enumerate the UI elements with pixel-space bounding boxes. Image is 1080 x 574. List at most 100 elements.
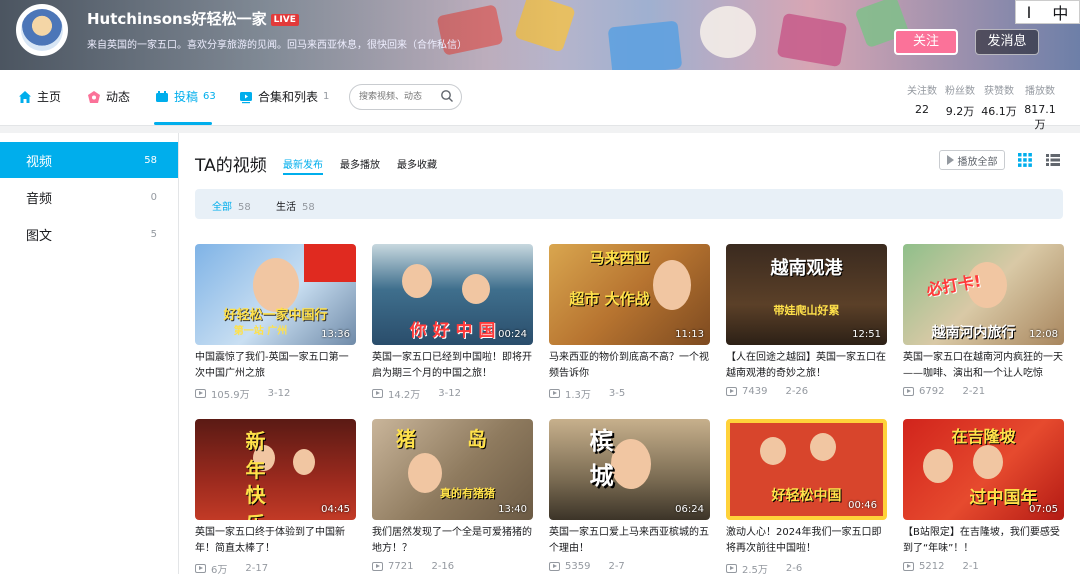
- avatar[interactable]: [16, 4, 68, 56]
- username[interactable]: Hutchinsons好轻松一家 LIVE: [87, 8, 299, 29]
- play-count-icon: [549, 389, 560, 398]
- stat-plays: 播放数 817.1万: [1024, 86, 1056, 131]
- video-duration: 12:08: [1029, 329, 1058, 340]
- play-count-icon: [195, 389, 206, 398]
- video-thumbnail[interactable]: 在吉隆坡 过中国年 07:05: [903, 419, 1064, 520]
- play-count-icon: [372, 562, 383, 571]
- page-title: TA的视频: [195, 156, 267, 176]
- video-thumbnail[interactable]: 新 年 快 乐 04:45: [195, 419, 356, 520]
- video-meta: 5359 2-7: [549, 561, 710, 572]
- ime-cursor-icon: I: [1026, 2, 1032, 22]
- video-card[interactable]: 越南观港 带娃爬山好累 12:51 【人在回途之越囧】英国一家五口在越南观港的奇…: [726, 244, 887, 397]
- video-title[interactable]: 中国震惊了我们-英国一家五口第一次中国广州之旅: [195, 350, 356, 382]
- video-thumbnail[interactable]: 越南观港 带娃爬山好累 12:51: [726, 244, 887, 345]
- video-thumbnail[interactable]: 必打卡! 越南河内旅行 12:08: [903, 244, 1064, 345]
- ime-indicator: I 中: [1015, 0, 1080, 24]
- grid-view-icon[interactable]: [1018, 153, 1032, 167]
- video-meta: 105.9万 3-12: [195, 386, 356, 401]
- nav-collections[interactable]: 合集和列表 1: [239, 88, 329, 105]
- nav-home[interactable]: 主页: [18, 88, 61, 105]
- video-duration: 00:46: [848, 500, 877, 511]
- video-title[interactable]: 【B站限定】在吉隆坡，我们要感受到了“年味”！！: [903, 525, 1064, 557]
- list-view-icon[interactable]: [1046, 153, 1060, 167]
- stat-likes: 获赞数 46.1万: [981, 86, 1017, 118]
- stat-followers[interactable]: 粉丝数 9.2万: [941, 82, 979, 132]
- content-sidebar: 视频 58 音频 0 图文 5: [0, 133, 178, 574]
- video-title[interactable]: 激动人心！2024年我们一家五口即将再次前往中国啦！: [726, 525, 887, 557]
- video-meta: 6万 2-17: [195, 561, 356, 574]
- video-duration: 12:51: [852, 329, 881, 340]
- video-thumbnail[interactable]: 好轻松一家中国行 第一站 广州 13:36: [195, 244, 356, 345]
- user-signature: 来自英国的一家五口。喜欢分享旅游的见闻。回马来西亚休息，很快回来（合作私信）: [87, 40, 467, 51]
- video-card[interactable]: 新 年 快 乐 04:45 英国一家五口终于体验到了中国新年！简直太棒了！ 6万…: [195, 419, 356, 574]
- video-duration: 06:24: [675, 504, 704, 515]
- search-box[interactable]: [349, 84, 462, 110]
- video-duration: 04:45: [321, 504, 350, 515]
- nav-dynamic[interactable]: 动态: [87, 88, 130, 105]
- video-card[interactable]: 在吉隆坡 过中国年 07:05 【B站限定】在吉隆坡，我们要感受到了“年味”！！…: [903, 419, 1064, 572]
- video-thumbnail[interactable]: 好轻松中国 00:46: [726, 419, 887, 520]
- video-meta: 5212 2-1: [903, 561, 1064, 572]
- filter-life[interactable]: 生活 58: [276, 198, 315, 213]
- video-panel: TA的视频 最新发布 最多播放 最多收藏 播放全部 全部 58 生活 58 好轻松一…: [178, 133, 1080, 574]
- play-count-icon: [372, 389, 383, 398]
- video-thumbnail[interactable]: 猪 岛 真的有猪猪 13:40: [372, 419, 533, 520]
- video-duration: 13:36: [321, 329, 350, 340]
- video-title[interactable]: 马来西亚的物价到底高不高？一个视频告诉你: [549, 350, 710, 382]
- video-thumbnail[interactable]: 槟 城 06:24: [549, 419, 710, 520]
- video-card[interactable]: 好轻松中国 00:46 激动人心！2024年我们一家五口即将再次前往中国啦！ 2…: [726, 419, 887, 574]
- video-meta: 2.5万 2-6: [726, 561, 887, 574]
- play-count-icon: [726, 387, 737, 396]
- nav-uploads[interactable]: 投稿 63: [155, 88, 216, 105]
- ime-language: 中: [1052, 4, 1069, 23]
- video-title[interactable]: 英国一家五口已经到中国啦！即将开启为期三个月的中国之旅！: [372, 350, 533, 382]
- video-duration: 13:40: [498, 504, 527, 515]
- play-count-icon: [195, 564, 206, 573]
- search-input[interactable]: [359, 89, 439, 105]
- home-icon: [19, 90, 31, 103]
- video-title[interactable]: 英国一家五口爱上马来西亚槟城的五个理由！: [549, 525, 710, 557]
- collection-icon: [240, 91, 252, 103]
- video-card[interactable]: 必打卡! 越南河内旅行 12:08 英国一家五口在越南河内疯狂的一天——咖啡、演…: [903, 244, 1064, 397]
- video-title[interactable]: 我们居然发现了一个全是可爱猪猪的地方！？: [372, 525, 533, 557]
- sort-most-played[interactable]: 最多播放: [340, 156, 380, 171]
- video-title[interactable]: 英国一家五口终于体验到了中国新年！简直太棒了！: [195, 525, 356, 557]
- video-duration: 11:13: [675, 329, 704, 340]
- video-meta: 14.2万 3-12: [372, 386, 533, 401]
- banner-decoration: [776, 12, 848, 68]
- play-all-button[interactable]: 播放全部: [939, 150, 1005, 170]
- video-card[interactable]: 猪 岛 真的有猪猪 13:40 我们居然发现了一个全是可爱猪猪的地方！？ 772…: [372, 419, 533, 572]
- message-button[interactable]: 发消息: [975, 29, 1039, 55]
- sort-latest[interactable]: 最新发布: [283, 156, 323, 171]
- video-thumbnail[interactable]: 马来西亚 超市 大作战 11:13: [549, 244, 710, 345]
- dynamic-icon: [88, 90, 100, 103]
- video-meta: 7721 2-16: [372, 561, 533, 572]
- video-title[interactable]: 【人在回途之越囧】英国一家五口在越南观港的奇妙之旅！: [726, 350, 887, 382]
- search-icon[interactable]: [440, 89, 454, 103]
- banner-decoration: [700, 6, 756, 58]
- video-duration: 00:24: [498, 329, 527, 340]
- sidebar-item-article[interactable]: 图文 5: [0, 216, 178, 252]
- sort-active-indicator: [283, 173, 323, 175]
- video-meta: 6792 2-21: [903, 386, 1064, 397]
- video-thumbnail[interactable]: 你 好 中 国 00:24: [372, 244, 533, 345]
- video-card[interactable]: 马来西亚 超市 大作战 11:13 马来西亚的物价到底高不高？一个视频告诉你 1…: [549, 244, 710, 401]
- stat-following[interactable]: 关注数 22: [903, 82, 941, 132]
- sort-most-favorited[interactable]: 最多收藏: [397, 156, 437, 171]
- video-meta: 1.3万 3-5: [549, 386, 710, 401]
- play-count-icon: [549, 562, 560, 571]
- play-icon: [946, 155, 954, 165]
- filter-all[interactable]: 全部 58: [212, 198, 251, 213]
- video-card[interactable]: 槟 城 06:24 英国一家五口爱上马来西亚槟城的五个理由！ 5359 2-7: [549, 419, 710, 572]
- video-title[interactable]: 英国一家五口在越南河内疯狂的一天——咖啡、演出和一个让人吃惊: [903, 350, 1064, 382]
- nav-active-indicator: [154, 122, 212, 125]
- upload-icon: [156, 90, 168, 102]
- follow-button[interactable]: 关注: [894, 29, 958, 55]
- banner-decoration: [607, 20, 683, 70]
- video-card[interactable]: 你 好 中 国 00:24 英国一家五口已经到中国啦！即将开启为期三个月的中国之…: [372, 244, 533, 401]
- sidebar-item-video[interactable]: 视频 58: [0, 142, 178, 178]
- video-card[interactable]: 好轻松一家中国行 第一站 广州 13:36 中国震惊了我们-英国一家五口第一次中…: [195, 244, 356, 401]
- live-badge: LIVE: [270, 14, 299, 26]
- play-count-icon: [903, 387, 914, 396]
- sidebar-item-audio[interactable]: 音频 0: [0, 179, 178, 215]
